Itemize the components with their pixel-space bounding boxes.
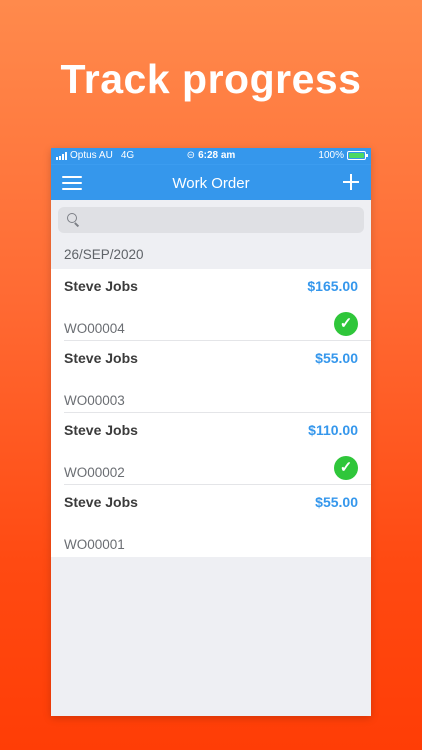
- status-bar: Optus AU 4G ⊝ 6:28 am 100%: [51, 148, 371, 164]
- promo-headline: Track progress: [60, 56, 362, 102]
- work-order-number: WO00001: [64, 537, 125, 552]
- customer-name: Steve Jobs: [64, 422, 138, 438]
- date-section-header: 26/SEP/2020: [51, 239, 371, 269]
- completed-check-icon: ✓: [334, 312, 358, 336]
- work-order-list: Steve Jobs $165.00 WO00004 ✓ Steve Jobs …: [51, 269, 371, 557]
- order-amount: $165.00: [307, 278, 358, 294]
- completed-check-icon: ✓: [334, 456, 358, 480]
- work-order-number: WO00004: [64, 321, 125, 336]
- page-title: Work Order: [172, 175, 250, 192]
- add-work-order-button[interactable]: [341, 172, 361, 192]
- work-order-row[interactable]: Steve Jobs $110.00 WO00002 ✓: [51, 413, 371, 485]
- link-icon: ⊝: [186, 150, 196, 161]
- work-order-number: WO00002: [64, 465, 125, 480]
- work-order-row[interactable]: Steve Jobs $55.00 WO00001: [51, 485, 371, 557]
- phone-screen: Optus AU 4G ⊝ 6:28 am 100% Work Order 26/…: [51, 148, 371, 716]
- search-box[interactable]: [58, 207, 364, 233]
- customer-name: Steve Jobs: [64, 494, 138, 510]
- clock-label: 6:28 am: [198, 150, 236, 161]
- search-input[interactable]: [86, 207, 358, 233]
- battery-percent: 100%: [318, 150, 344, 161]
- search-bar: [51, 200, 371, 239]
- work-order-row[interactable]: Steve Jobs $55.00 WO00003: [51, 341, 371, 413]
- status-right: 100%: [318, 150, 368, 161]
- search-icon: [67, 213, 80, 227]
- order-amount: $55.00: [315, 494, 358, 510]
- navigation-bar: Work Order: [51, 164, 371, 200]
- order-amount: $110.00: [308, 422, 358, 438]
- customer-name: Steve Jobs: [64, 350, 138, 366]
- work-order-number: WO00003: [64, 393, 125, 408]
- order-amount: $55.00: [315, 350, 358, 366]
- customer-name: Steve Jobs: [64, 278, 138, 294]
- work-order-row[interactable]: Steve Jobs $165.00 WO00004 ✓: [51, 269, 371, 341]
- battery-charging-icon: [347, 151, 368, 160]
